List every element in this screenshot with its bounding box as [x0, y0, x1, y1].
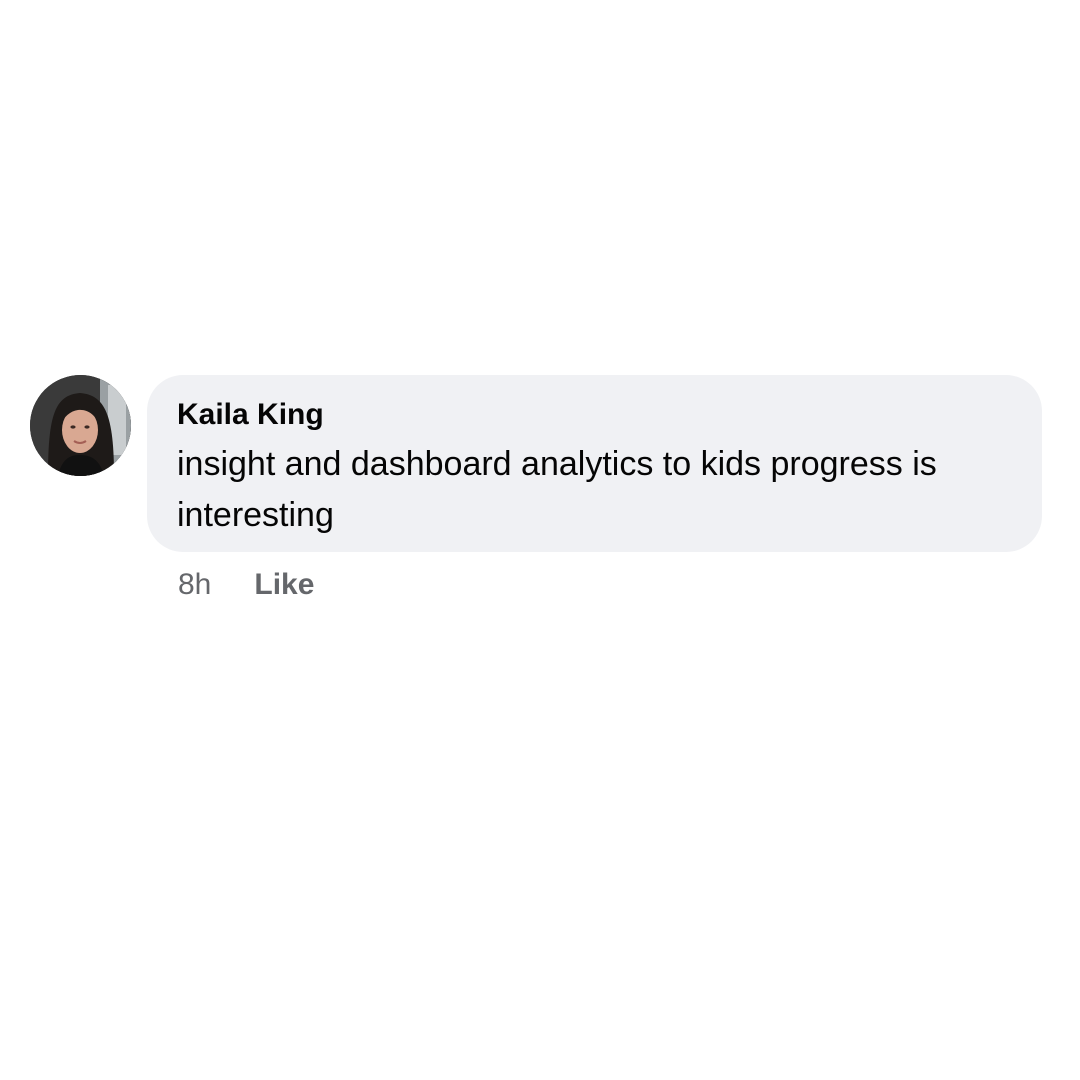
comment-actions: 8h Like	[178, 565, 314, 605]
comment-bubble: Kaila King insight and dashboard analyti…	[147, 375, 1042, 552]
comment: Kaila King insight and dashboard analyti…	[30, 375, 1042, 615]
comment-author[interactable]: Kaila King	[177, 395, 1014, 435]
comment-timestamp[interactable]: 8h	[178, 565, 211, 605]
avatar[interactable]	[30, 375, 131, 476]
profile-photo	[30, 375, 131, 476]
comment-text: insight and dashboard analytics to kids …	[177, 445, 937, 534]
like-button[interactable]: Like	[254, 565, 314, 605]
